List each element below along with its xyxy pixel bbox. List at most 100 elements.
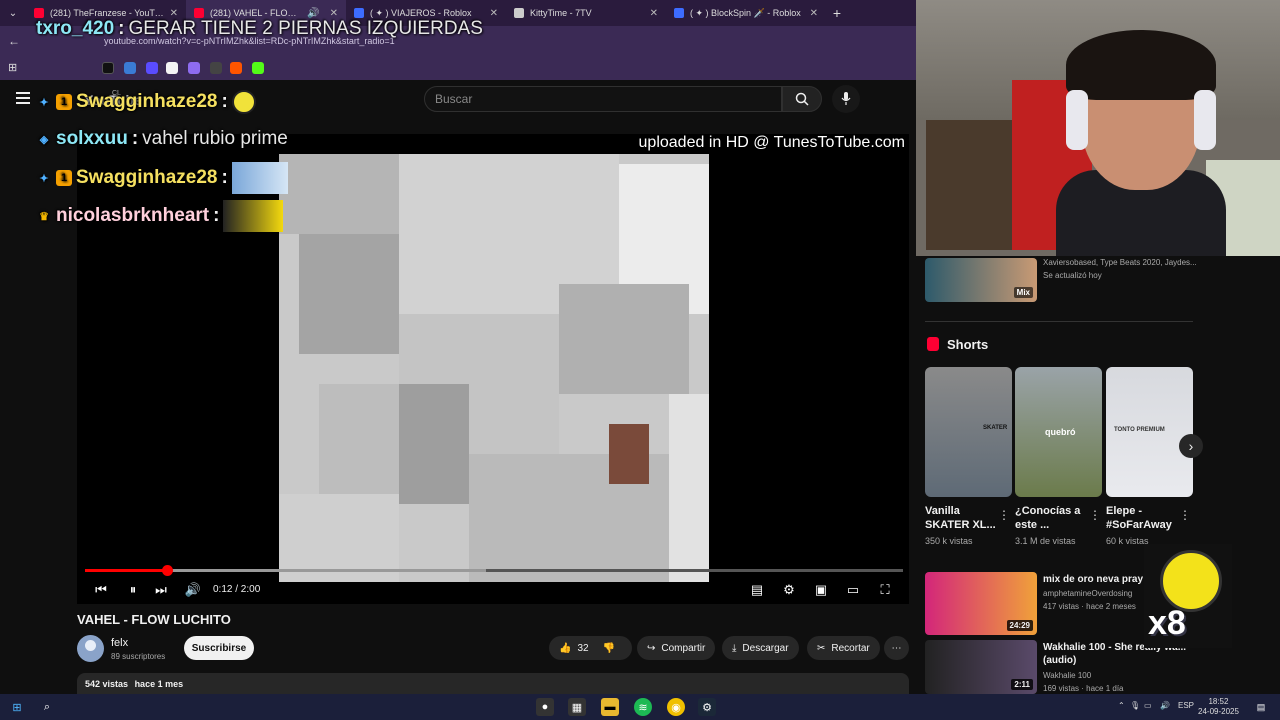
theater-mode-icon[interactable]: ▭ xyxy=(843,580,863,600)
close-tab-icon[interactable]: ✕ xyxy=(650,8,658,19)
next-icon[interactable]: ⏭ xyxy=(151,580,171,600)
mix-thumbnail[interactable]: Mix xyxy=(925,258,1037,302)
mix-updated: Se actualizó hoy xyxy=(1043,271,1102,280)
steam-icon[interactable]: ⚙ xyxy=(698,698,716,716)
close-tab-icon[interactable]: ✕ xyxy=(490,8,498,19)
video-thumbnail[interactable]: 24:29 xyxy=(925,572,1037,635)
time-display: 0:12 / 2:00 xyxy=(213,584,261,595)
notifications-icon[interactable]: ▤ xyxy=(1252,698,1270,716)
progress-bar[interactable] xyxy=(85,565,903,576)
bookmark-icon[interactable] xyxy=(146,62,158,74)
badge-icon: ✦ xyxy=(39,172,49,185)
like-dislike-group: 👍 32 👎 xyxy=(549,636,632,660)
menu-icon[interactable] xyxy=(16,92,30,104)
tray-volume-icon[interactable]: 🔊 xyxy=(1160,701,1170,710)
share-button[interactable]: ↪ Compartir xyxy=(637,636,716,660)
video-channel[interactable]: amphetamineOverdosing xyxy=(1043,589,1132,598)
channel-avatar[interactable] xyxy=(77,635,104,662)
more-vert-icon[interactable]: ⋮ xyxy=(1179,508,1191,522)
browser-tab[interactable]: KittyTime - 7TV ✕ xyxy=(506,0,666,26)
miniplayer-icon[interactable]: ▣ xyxy=(811,580,831,600)
channel-name[interactable]: felx xyxy=(111,637,128,649)
tray-language[interactable]: ESP xyxy=(1178,701,1194,710)
video-channel[interactable]: Wakhalie 100 xyxy=(1043,671,1091,680)
short-title[interactable]: Elepe - #SoFarAway xyxy=(1106,504,1181,532)
search-input[interactable]: Buscar xyxy=(424,86,782,112)
video-duration: 24:29 xyxy=(1006,620,1033,631)
short-thumbnail[interactable]: TONTO PREMIUM xyxy=(1106,367,1193,497)
short-title[interactable]: ¿Conocías a este ... xyxy=(1015,504,1090,532)
more-vert-icon[interactable]: ⋮ xyxy=(1089,508,1101,522)
back-arrow-icon[interactable]: ← xyxy=(8,34,20,48)
tab-search-icon[interactable]: ⌄ xyxy=(0,0,26,26)
video-frame[interactable] xyxy=(279,154,709,582)
video-duration: 2:11 xyxy=(1011,679,1033,690)
subscribe-button[interactable]: Suscribirse xyxy=(184,636,254,660)
chat-text: GERAR TIENE 2 PIERNAS IZQUIERDAS xyxy=(128,18,483,39)
scissors-icon: ✂ xyxy=(817,642,826,654)
more-actions-button[interactable]: ⋯ xyxy=(884,636,909,660)
settings-icon[interactable]: ⚙ xyxy=(779,580,799,600)
microphone-icon xyxy=(841,92,851,105)
progress-fill xyxy=(85,569,167,572)
short-title[interactable]: Vanilla SKATER XL... xyxy=(925,504,1000,532)
bookmark-icon[interactable] xyxy=(166,62,178,74)
app-icon[interactable]: ▦ xyxy=(568,698,586,716)
video-meta: 417 vistas · hace 2 meses xyxy=(1043,602,1136,611)
short-thumbnail[interactable]: quebró xyxy=(1015,367,1102,497)
voice-search-button[interactable] xyxy=(832,85,860,113)
pause-icon[interactable]: ⏸ xyxy=(123,580,143,600)
bookmark-icon[interactable] xyxy=(188,62,200,74)
like-count[interactable]: 32 xyxy=(577,643,588,654)
taskbar-clock[interactable]: 18:52 24-09-2025 xyxy=(1198,697,1239,717)
thumbs-down-icon[interactable]: 👎 xyxy=(603,643,615,654)
7tv-favicon-icon xyxy=(514,8,524,18)
new-tab-icon[interactable]: + xyxy=(826,0,848,26)
windows-start-icon[interactable]: ⊞ xyxy=(8,698,26,716)
soundcloud-bookmark-icon[interactable] xyxy=(230,62,242,74)
chat-message: ♛ nicolasbrknheart: xyxy=(36,200,284,232)
chrome-icon[interactable]: ◉ xyxy=(667,698,685,716)
search-icon[interactable]: ⌕ xyxy=(38,698,56,716)
file-explorer-icon[interactable]: ▬ xyxy=(601,698,619,716)
close-tab-icon[interactable]: ✕ xyxy=(330,8,338,19)
chevron-right-icon[interactable]: › xyxy=(1179,434,1203,458)
close-tab-icon[interactable]: ✕ xyxy=(810,8,818,19)
volume-icon[interactable]: 🔊 xyxy=(183,580,203,600)
sub-badge-icon: 1 xyxy=(56,94,72,110)
tiktok-bookmark-icon[interactable] xyxy=(102,62,114,74)
app-icon[interactable]: ● xyxy=(536,698,554,716)
search-button[interactable] xyxy=(782,86,822,112)
spotify-icon[interactable]: ≋ xyxy=(634,698,652,716)
more-vert-icon[interactable]: ⋮ xyxy=(998,508,1010,522)
video-thumbnail[interactable]: 2:11 xyxy=(925,640,1037,694)
description-box[interactable]: 542 vistas hace 1 mes xyxy=(77,673,909,695)
view-count: 542 vistas xyxy=(85,679,129,689)
progress-scrubber[interactable] xyxy=(161,565,173,576)
tray-network-icon[interactable]: ▭ xyxy=(1144,701,1152,710)
chat-text: vahel rubio prime xyxy=(142,128,288,149)
video-title: VAHEL - FLOW LUCHITO xyxy=(77,612,231,627)
clip-button[interactable]: ✂ Recortar xyxy=(807,636,880,660)
tray-chevron-icon[interactable]: ⌃ xyxy=(1118,701,1125,710)
close-tab-icon[interactable]: ✕ xyxy=(170,8,178,19)
previous-icon[interactable]: ⏮ xyxy=(91,580,111,600)
subtitles-icon[interactable]: ▤ xyxy=(747,580,767,600)
chat-username: nicolasbrknheart xyxy=(56,205,210,226)
smiley-emote-icon xyxy=(231,90,256,114)
browser-tab[interactable]: ( ✦ ) BlockSpin 🗡️ - Roblox ✕ xyxy=(666,0,826,26)
fullscreen-icon[interactable]: ⛶ xyxy=(875,580,895,600)
divider xyxy=(925,321,1193,322)
speaker-icon[interactable]: 🔊 xyxy=(307,8,319,19)
bookmarks-bar: ⊞ xyxy=(0,56,920,80)
short-thumbnail[interactable]: SKATER xyxy=(925,367,1012,497)
mix-subtitle: Xaviersobased, Type Beats 2020, Jaydes..… xyxy=(1043,258,1197,267)
bookmark-icon[interactable] xyxy=(210,62,222,74)
download-button[interactable]: ⤓ Descargar xyxy=(722,636,799,660)
kick-bookmark-icon[interactable] xyxy=(252,62,264,74)
tray-mic-icon[interactable]: 🎙 xyxy=(1130,701,1140,710)
thumbs-up-icon[interactable]: 👍 xyxy=(559,643,571,654)
short-caption: SKATER xyxy=(983,425,1008,431)
apps-grid-icon[interactable]: ⊞ xyxy=(8,61,17,74)
bookmark-icon[interactable] xyxy=(124,62,136,74)
